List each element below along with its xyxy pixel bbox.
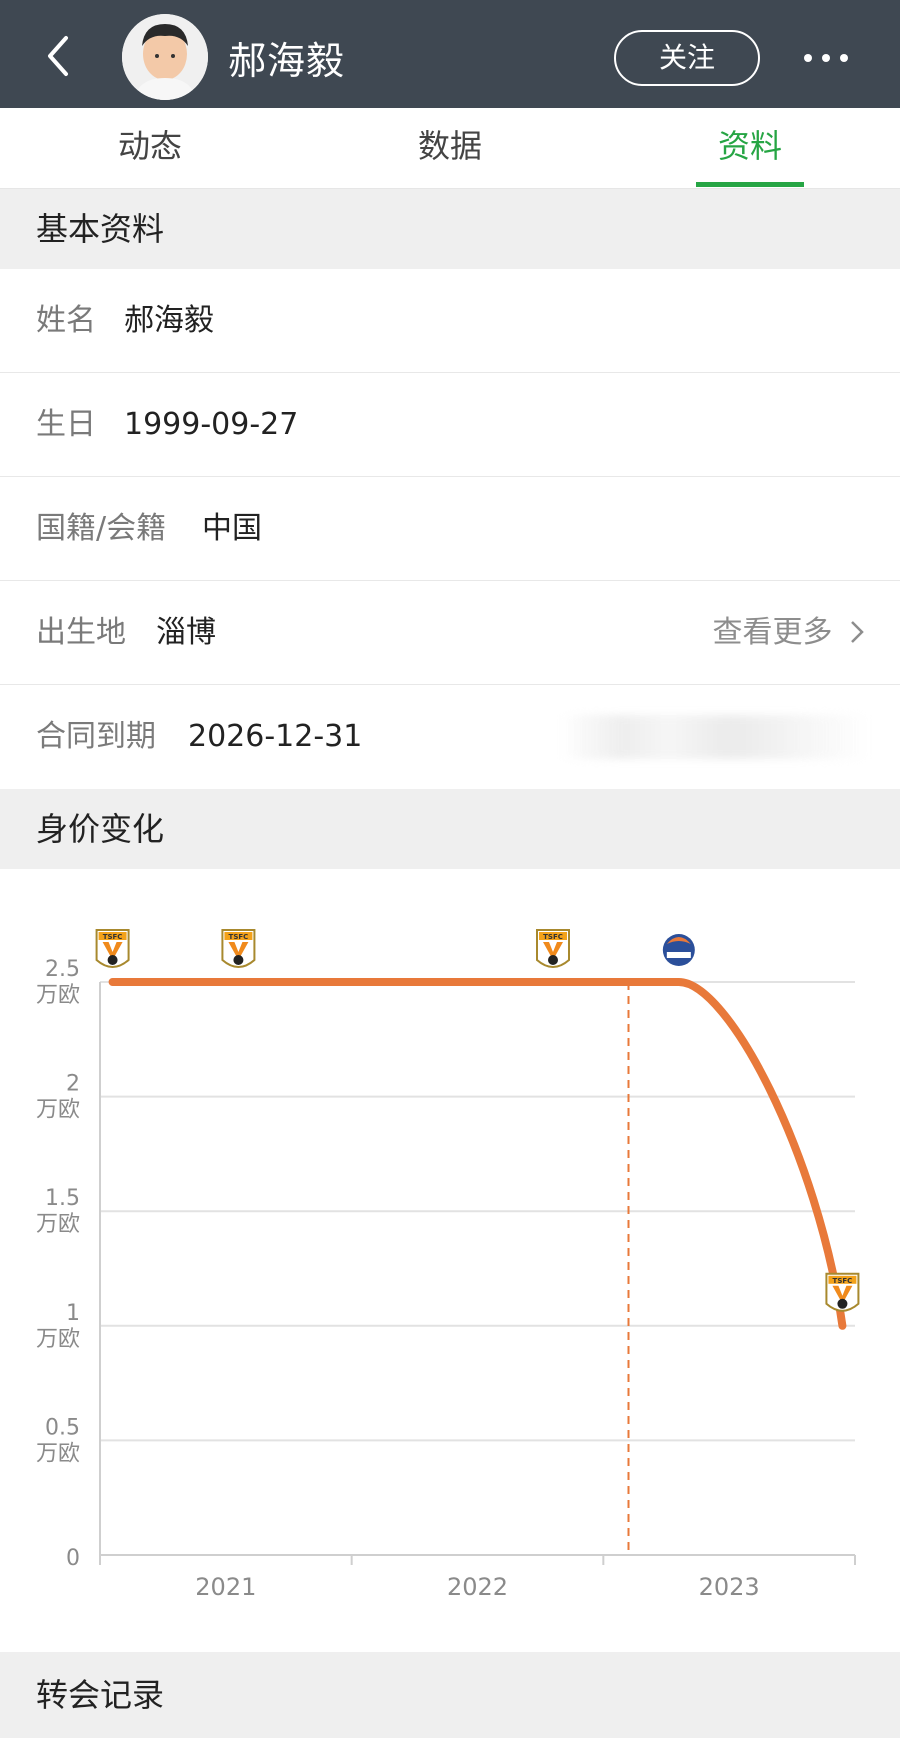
- back-icon[interactable]: [38, 28, 82, 84]
- y-tick-label: 1.5: [45, 1186, 80, 1211]
- info-row-birthplace[interactable]: 出生地 淄博 查看更多: [0, 581, 900, 685]
- section-header-transfers: 转会记录: [0, 1652, 900, 1738]
- info-row-contract: 合同到期 2026-12-31: [0, 685, 900, 789]
- info-label: 国籍/会籍: [36, 511, 167, 546]
- chart-svg: 00.5万欧1万欧1.5万欧2万欧2.5万欧2021 2022 2023TSFC TS…: [36, 929, 860, 1601]
- section-title-transfers: 转会记录: [36, 1676, 165, 1714]
- tab-dynamics[interactable]: 动态: [90, 108, 210, 188]
- section-header-basic-info: 基本资料: [0, 189, 900, 269]
- club-badge-tsfc: TSFC: [221, 929, 256, 968]
- info-label: 出生地: [36, 615, 126, 650]
- info-value: 2026-12-31: [188, 719, 363, 754]
- info-value: 1999-09-27: [124, 407, 299, 442]
- svg-text:TSFC: TSFC: [229, 933, 249, 941]
- info-label: 合同到期: [36, 719, 156, 754]
- tab-stats[interactable]: 数据: [390, 108, 510, 188]
- x-tick-label: 2022: [447, 1573, 508, 1601]
- y-tick-unit: 万欧: [36, 1327, 80, 1352]
- y-tick-unit: 万欧: [36, 1441, 80, 1466]
- y-tick-unit: 万欧: [36, 983, 80, 1008]
- chevron-right-icon: [851, 621, 864, 643]
- club-badge-tsfc: TSFC: [536, 929, 570, 968]
- y-tick-label: 0.5: [45, 1415, 80, 1440]
- blurred-area: [560, 715, 870, 759]
- follow-button[interactable]: 关注: [614, 30, 760, 86]
- y-tick-label: 2.5: [45, 957, 80, 982]
- section-title-basic-info: 基本资料: [36, 210, 165, 248]
- avatar[interactable]: [122, 14, 208, 100]
- more-options-icon[interactable]: [800, 40, 852, 76]
- section-title-market-value: 身价变化: [36, 810, 165, 848]
- info-row-name: 姓名 郝海毅: [0, 269, 900, 373]
- see-more-label: 查看更多: [712, 615, 833, 650]
- info-value: 淄博: [156, 615, 216, 650]
- player-name: 郝海毅: [228, 39, 346, 83]
- info-row-birthday: 生日 1999-09-27: [0, 373, 900, 477]
- club-badge-tsfc: TSFC: [825, 1272, 860, 1312]
- y-tick-unit: 万欧: [36, 1212, 80, 1237]
- active-tab-indicator: [696, 182, 804, 187]
- info-label: 姓名: [36, 303, 96, 338]
- svg-text:TSFC: TSFC: [543, 933, 563, 941]
- section-header-market-value: 身价变化: [0, 789, 900, 869]
- see-more-link[interactable]: 查看更多: [712, 581, 866, 685]
- info-value: 郝海毅: [124, 303, 214, 338]
- tab-profile[interactable]: 资料: [690, 108, 810, 188]
- y-tick-label: 1: [66, 1301, 80, 1326]
- y-tick-unit: 万欧: [36, 1098, 80, 1123]
- svg-text:TSFC: TSFC: [833, 1277, 853, 1285]
- club-badge-tsfc: TSFC: [95, 929, 130, 968]
- club-badge-burney: [662, 934, 695, 966]
- x-tick-label: 2021: [195, 1573, 256, 1601]
- y-tick-label: 2: [66, 1072, 80, 1097]
- value-line: [108, 978, 847, 1330]
- market-value-chart: 0 0.5 万欧 1 万欧 1.5 万欧 2 万欧 2.5 万欧 2021 2022 2023 TSFC TS…: [0, 870, 900, 1650]
- x-tick-label: 2023: [699, 1573, 760, 1601]
- tab-bar: 动态 数据 资料: [0, 108, 900, 189]
- top-bar: 郝海毅 关注: [0, 0, 900, 108]
- info-value: 中国: [202, 511, 262, 546]
- info-label: 生日: [36, 407, 96, 442]
- svg-text:TSFC: TSFC: [103, 933, 123, 941]
- info-row-nationality: 国籍/会籍 中国: [0, 477, 900, 581]
- y-tick-label: 0: [66, 1546, 80, 1571]
